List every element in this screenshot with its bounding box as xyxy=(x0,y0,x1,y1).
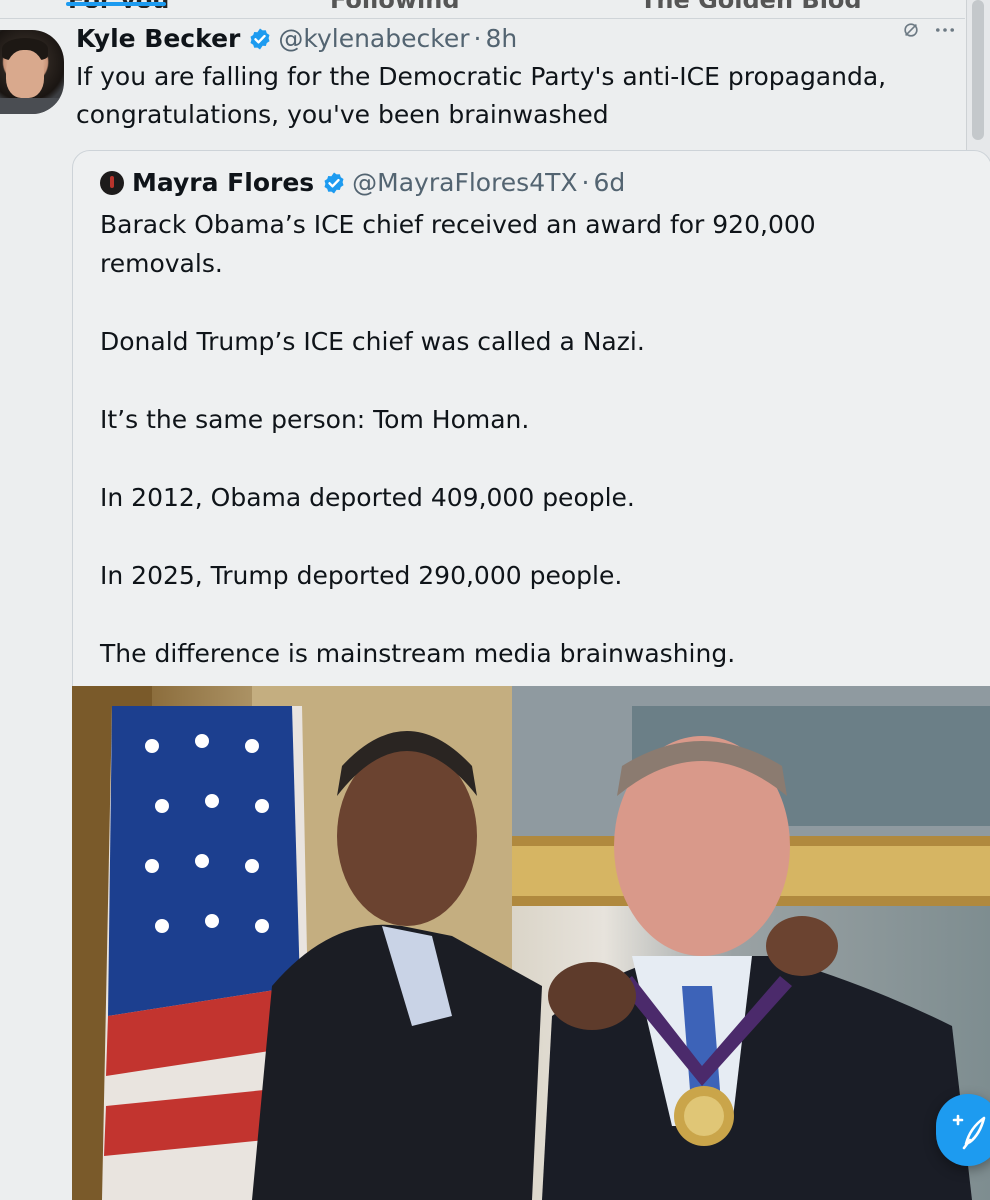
grok-icon[interactable] xyxy=(902,20,920,44)
timeline-tabs: For you Following The Golden Blog xyxy=(0,0,960,16)
author-name[interactable]: Kyle Becker xyxy=(76,24,240,53)
quoted-post-header: Mayra Flores @MayraFlores4TX · 6d xyxy=(100,168,625,197)
post-image[interactable] xyxy=(72,686,990,1200)
more-horizontal-icon[interactable] xyxy=(934,20,956,44)
separator-dot: · xyxy=(473,24,482,53)
quoted-author-handle[interactable]: @MayraFlores4TX xyxy=(352,168,577,197)
verified-badge-icon xyxy=(322,171,346,195)
avatar-face xyxy=(6,50,44,98)
post-text-line: congratulations, you've been brainwashed xyxy=(76,100,609,129)
post-text: If you are falling for the Democratic Pa… xyxy=(76,58,936,134)
author-handle[interactable]: @kylenabecker xyxy=(278,24,469,53)
compose-icon xyxy=(952,1114,986,1150)
quoted-author-name[interactable]: Mayra Flores xyxy=(132,168,314,197)
quoted-post-timestamp[interactable]: 6d xyxy=(593,168,625,197)
post-timestamp[interactable]: 8h xyxy=(485,24,517,53)
tab-list[interactable]: The Golden Blog xyxy=(640,0,862,8)
quoted-post-text: Barack Obama’s ICE chief received an awa… xyxy=(100,205,940,673)
separator-dot: · xyxy=(581,168,590,197)
quoted-paragraph: In 2012, Obama deported 409,000 people. xyxy=(100,483,635,512)
post-actions-top xyxy=(902,20,956,44)
avatar-shirt xyxy=(0,98,64,114)
verified-badge-icon xyxy=(248,27,272,51)
quoted-paragraph: In 2025, Trump deported 290,000 people. xyxy=(100,561,623,590)
avatar[interactable] xyxy=(0,30,64,114)
quoted-paragraph: Barack Obama’s ICE chief received an awa… xyxy=(100,210,816,278)
compose-button[interactable] xyxy=(936,1094,990,1166)
tab-following[interactable]: Following xyxy=(330,0,460,8)
quoted-avatar[interactable] xyxy=(100,170,124,195)
post-text-line: If you are falling for the Democratic Pa… xyxy=(76,62,887,91)
active-tab-indicator xyxy=(66,2,166,6)
quoted-paragraph: The difference is mainstream media brain… xyxy=(100,639,736,668)
tab-divider xyxy=(0,18,965,19)
post-header: Kyle Becker @kylenabecker · 8h xyxy=(76,24,517,53)
scrollbar-thumb[interactable] xyxy=(972,0,984,140)
post-image-illustration xyxy=(72,686,990,1200)
quoted-paragraph: It’s the same person: Tom Homan. xyxy=(100,405,530,434)
quoted-paragraph: Donald Trump’s ICE chief was called a Na… xyxy=(100,327,645,356)
